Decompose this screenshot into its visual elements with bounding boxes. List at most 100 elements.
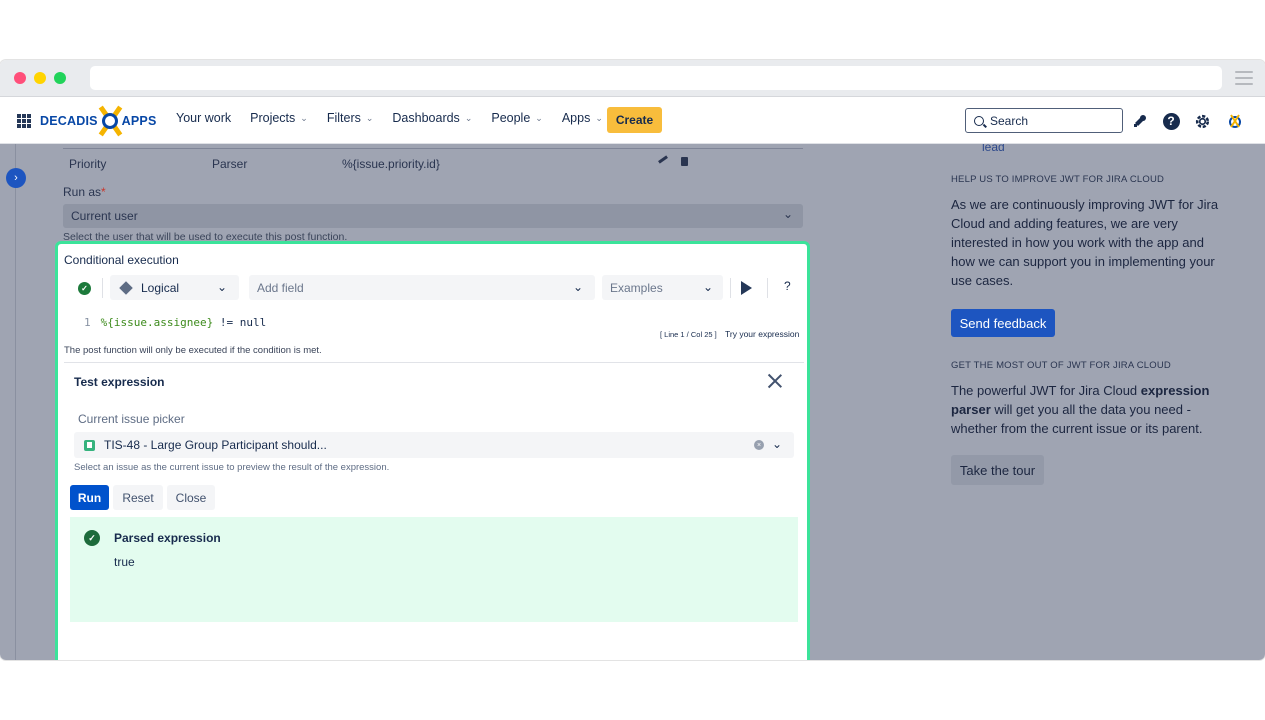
browser-menu-icon[interactable] — [1235, 71, 1253, 89]
page-content: › Priority Parser %{issue.priority.id} R… — [0, 144, 1265, 660]
delete-icon[interactable] — [681, 157, 688, 166]
examples-select[interactable]: Examples ⌄ — [602, 275, 723, 300]
run-button[interactable]: Run — [70, 485, 109, 510]
lead-fragment[interactable]: lead — [982, 144, 1005, 154]
cursor-position: [ Line 1 / Col 25 ] — [660, 330, 717, 339]
expand-sidebar-button[interactable]: › — [6, 168, 26, 188]
create-button[interactable]: Create — [607, 107, 662, 133]
close-icon[interactable] — [767, 373, 783, 389]
parsed-expression-title: Parsed expression — [114, 531, 221, 545]
nav-menu: Your work Projects ⌄ Filters ⌄ Dashboards ⌄… — [176, 111, 622, 125]
line-number: 1 — [84, 316, 91, 329]
success-check-icon: ✓ — [84, 530, 100, 546]
chevron-down-icon: ⌄ — [464, 112, 473, 123]
chevron-right-icon: › — [14, 172, 18, 184]
clear-selection-icon[interactable]: × — [754, 440, 764, 450]
app-switcher-icon[interactable] — [17, 114, 31, 128]
edit-icon[interactable] — [658, 155, 668, 164]
send-feedback-button[interactable]: Send feedback — [951, 309, 1055, 337]
field-type: Parser — [212, 157, 248, 171]
search-placeholder: Search — [990, 113, 1029, 128]
close-window-dot[interactable] — [14, 72, 26, 84]
test-expression-section: Test expression Current issue picker TIS… — [64, 362, 804, 660]
expression-toolbar: ✓ Logical ⌄ Add field ⌄ Examples ⌄ ? — [64, 272, 804, 304]
examples-placeholder: Examples — [610, 280, 663, 295]
profile-avatar-icon[interactable] — [1226, 112, 1244, 130]
reset-button[interactable]: Reset — [113, 485, 163, 510]
close-button[interactable]: Close — [167, 485, 215, 510]
issue-picker-value: TIS-48 - Large Group Participant should.… — [104, 438, 327, 452]
code-variable: %{issue.assignee} — [100, 316, 214, 329]
try-expression-link[interactable]: Try your expression — [725, 329, 799, 339]
add-field-select[interactable]: Add field ⌄ — [249, 275, 595, 300]
most-text-1: The powerful JWT for Jira Cloud — [951, 383, 1141, 398]
nav-apps[interactable]: Apps ⌄ — [562, 111, 603, 125]
expression-editor[interactable]: 1 %{issue.assignee} != null — [64, 316, 266, 329]
chevron-down-icon: ⌄ — [595, 112, 603, 123]
run-as-select[interactable]: Current user ⌄ — [63, 204, 803, 228]
nav-people[interactable]: People ⌄ — [491, 111, 542, 125]
conditional-execution-panel: Conditional execution ✓ Logical ⌄ Add fi… — [55, 241, 810, 660]
divider — [730, 278, 731, 298]
take-tour-button[interactable]: Take the tour — [951, 455, 1044, 485]
most-text: The powerful JWT for Jira Cloud expressi… — [951, 381, 1221, 438]
settings-gear-icon[interactable] — [1193, 112, 1211, 130]
expression-help-icon[interactable]: ? — [784, 279, 791, 293]
minimize-window-dot[interactable] — [34, 72, 46, 84]
run-as-label: Run as* — [63, 185, 106, 199]
browser-chrome — [0, 60, 1265, 97]
parsed-result-box: ✓ Parsed expression true — [70, 517, 798, 622]
nav-item-label: Filters — [326, 111, 361, 125]
chevron-down-icon: ⌄ — [572, 280, 583, 294]
issue-picker-help: Select an issue as the current issue to … — [74, 462, 390, 473]
divider — [767, 278, 768, 298]
chevron-down-icon: ⌄ — [216, 280, 227, 294]
notifications-bell-icon[interactable] — [1131, 112, 1149, 130]
field-row: Priority Parser %{issue.priority.id} — [63, 148, 803, 172]
nav-item-label: Apps — [561, 111, 591, 125]
condition-help-text: The post function will only be executed … — [64, 345, 322, 356]
test-buttons: Run Reset Close — [70, 485, 219, 510]
chevron-down-icon: ⌄ — [300, 112, 308, 123]
field-name: Priority — [69, 157, 107, 171]
run-as-text: Run as — [63, 185, 102, 199]
maximize-window-dot[interactable] — [54, 72, 66, 84]
logical-mode-icon — [119, 280, 133, 295]
nav-item-label: Your work — [176, 111, 232, 125]
search-input[interactable]: Search — [965, 108, 1123, 133]
help-icon[interactable]: ? — [1162, 112, 1180, 130]
add-field-placeholder: Add field — [257, 280, 304, 295]
chevron-down-icon: ⌄ — [535, 112, 543, 123]
required-asterisk: * — [101, 185, 106, 199]
valid-check-icon: ✓ — [78, 282, 91, 295]
logo-text-left: DECADIS — [40, 114, 98, 128]
help-heading: HELP US TO IMPROVE JWT FOR JIRA CLOUD — [951, 174, 1165, 185]
issue-picker[interactable]: TIS-48 - Large Group Participant should.… — [74, 432, 794, 458]
most-heading: GET THE MOST OUT OF JWT FOR JIRA CLOUD — [951, 360, 1171, 371]
nav-your-work[interactable]: Your work — [176, 111, 231, 125]
test-expression-title: Test expression — [74, 375, 165, 389]
logo-text-right: APPS — [121, 114, 157, 128]
decadis-logo[interactable]: DECADIS APPS — [40, 105, 157, 137]
conditional-execution-title: Conditional execution — [64, 253, 179, 267]
address-bar[interactable] — [90, 66, 1222, 90]
divider — [102, 278, 103, 298]
chevron-down-icon: ⌄ — [782, 207, 793, 221]
field-value: %{issue.priority.id} — [342, 157, 440, 171]
browser-window: DECADIS APPS Your work Projects ⌄ Filters… — [0, 60, 1265, 660]
search-icon — [974, 115, 984, 126]
chevron-down-icon: ⌄ — [702, 280, 713, 294]
chevron-down-icon: ⌄ — [365, 112, 374, 123]
code-operator: != null — [213, 316, 267, 329]
nav-projects[interactable]: Projects ⌄ — [250, 111, 308, 125]
parser-mode-select[interactable]: Logical ⌄ — [110, 275, 239, 300]
left-rail — [0, 144, 16, 660]
logo-mark-icon — [98, 105, 122, 137]
nav-filters[interactable]: Filters ⌄ — [327, 111, 374, 125]
help-text: As we are continuously improving JWT for… — [951, 197, 1219, 288]
nav-item-label: People — [491, 111, 531, 125]
run-expression-play-icon[interactable] — [741, 281, 752, 295]
story-issue-icon — [84, 439, 95, 451]
chevron-down-icon[interactable]: ⌄ — [772, 437, 782, 451]
nav-dashboards[interactable]: Dashboards ⌄ — [392, 111, 472, 125]
